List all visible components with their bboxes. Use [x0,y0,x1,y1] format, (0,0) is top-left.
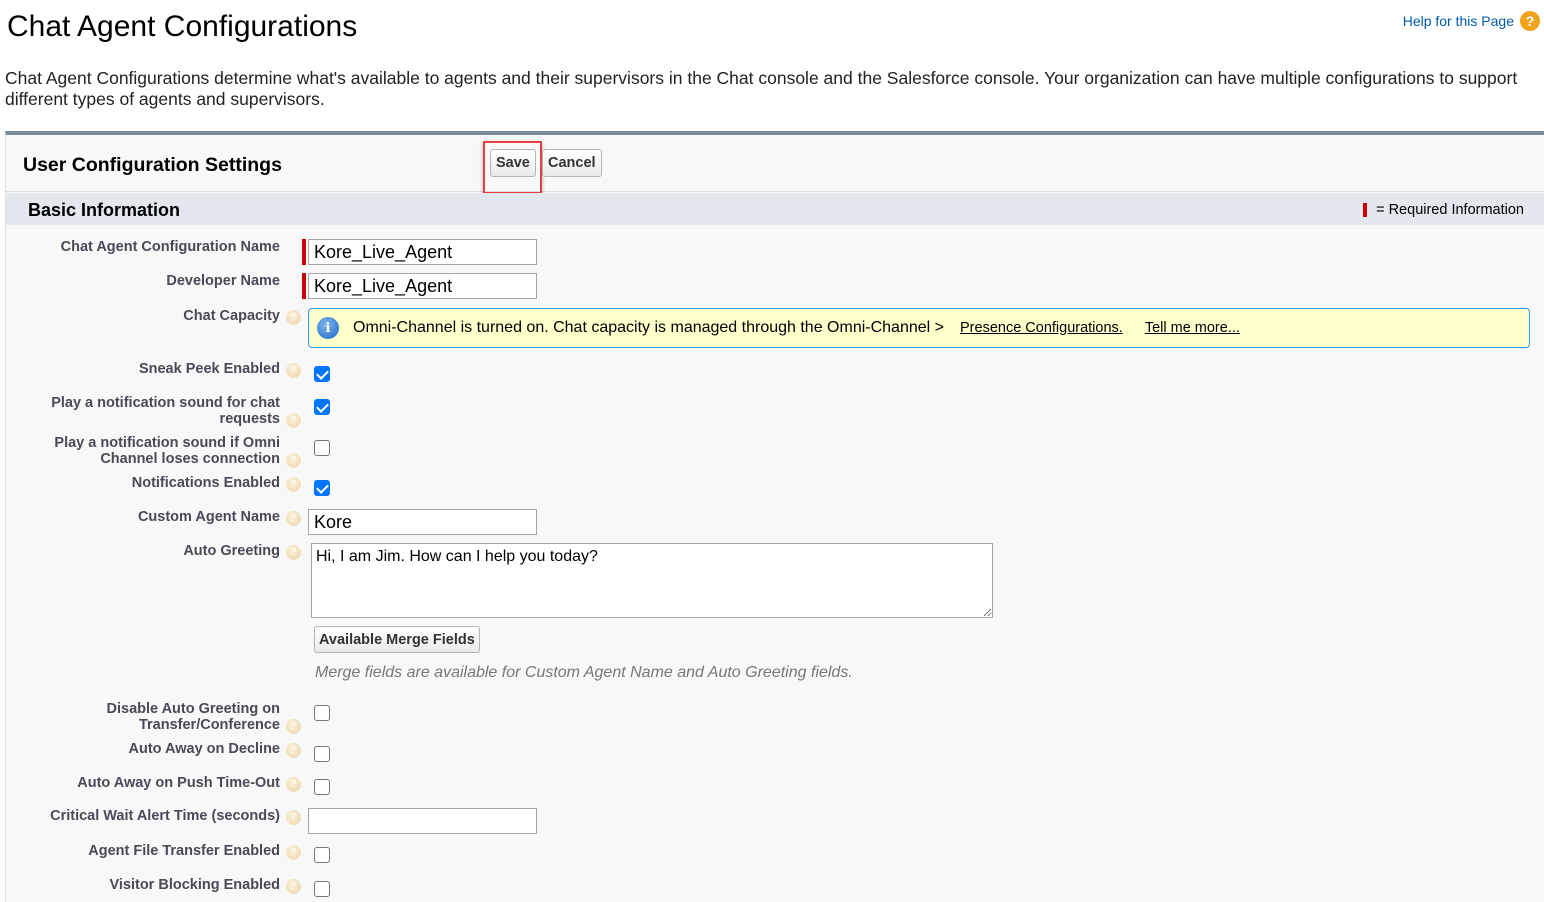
required-marker [302,273,306,299]
question-icon: ? [1520,11,1540,31]
info-icon: i [317,317,339,339]
visitor-blocking-label: Visitor Blocking Enabled [109,877,280,893]
notifications-label: Notifications Enabled [132,475,280,491]
omni-sound-checkbox[interactable] [314,440,330,456]
auto-greeting-label: Auto Greeting [183,543,280,559]
away-timeout-checkbox[interactable] [314,779,330,795]
help-icon[interactable]: ? [286,545,301,560]
auto-greeting-textarea[interactable]: Hi, I am Jim. How can I help you today? [311,543,993,618]
help-label: Help for this Page [1403,13,1514,29]
save-button[interactable]: Save [490,149,536,177]
file-transfer-checkbox[interactable] [314,847,330,863]
help-icon[interactable]: ? [286,810,301,825]
help-link[interactable]: Help for this Page? [1403,11,1540,31]
help-icon[interactable]: ? [286,363,301,378]
help-icon[interactable]: ? [286,879,301,894]
panel-title: User Configuration Settings [23,154,282,177]
custom-agent-name-label: Custom Agent Name [138,509,280,525]
help-icon[interactable]: ? [286,777,301,792]
help-icon[interactable]: ? [286,453,301,468]
section-header: Basic Information = Required Information [6,193,1544,225]
required-marker [1363,203,1367,217]
critical-wait-input[interactable] [308,808,537,834]
help-icon[interactable]: ? [286,845,301,860]
presence-configurations-link[interactable]: Presence Configurations. [960,320,1123,336]
sneak-peek-checkbox[interactable] [314,366,330,382]
page-title: Chat Agent Configurations [7,10,357,44]
section-title: Basic Information [28,200,180,221]
developer-name-label: Developer Name [166,273,280,289]
merge-fields-button[interactable]: Available Merge Fields [314,626,480,653]
away-timeout-label: Auto Away on Push Time-Out [77,775,280,791]
visitor-blocking-checkbox[interactable] [314,881,330,897]
notifications-checkbox[interactable] [314,480,330,496]
away-decline-checkbox[interactable] [314,746,330,762]
page-description: Chat Agent Configurations determine what… [5,68,1540,110]
merge-fields-note: Merge fields are available for Custom Ag… [315,664,853,682]
config-name-label: Chat Agent Configuration Name [61,239,280,255]
help-icon[interactable]: ? [286,477,301,492]
help-icon[interactable]: ? [286,743,301,758]
omni-channel-info: i Omni-Channel is turned on. Chat capaci… [308,308,1530,348]
disable-greeting-checkbox[interactable] [314,705,330,721]
help-icon[interactable]: ? [286,719,301,734]
required-legend: = Required Information [1363,202,1524,218]
sneak-peek-label: Sneak Peek Enabled [139,361,280,377]
required-legend-text: = Required Information [1376,202,1524,218]
custom-agent-name-input[interactable] [308,509,537,535]
away-decline-label: Auto Away on Decline [129,741,280,757]
help-icon[interactable]: ? [286,511,301,526]
omni-sound-label: Play a notification sound if Omni Channe… [30,435,280,467]
cancel-button[interactable]: Cancel [542,149,602,177]
critical-wait-label: Critical Wait Alert Time (seconds) [50,808,280,824]
required-marker [302,239,306,265]
notification-sound-checkbox[interactable] [314,399,330,415]
file-transfer-label: Agent File Transfer Enabled [88,843,280,859]
help-icon[interactable]: ? [286,310,301,325]
info-message: Omni-Channel is turned on. Chat capacity… [353,319,944,337]
developer-name-input[interactable] [308,273,537,299]
disable-greeting-label: Disable Auto Greeting on Transfer/Confer… [80,701,280,733]
panel-header: User Configuration Settings Save Cancel [6,135,1544,192]
chat-capacity-label: Chat Capacity [183,308,280,324]
notification-sound-label: Play a notification sound for chat reque… [20,395,280,427]
tell-me-more-link[interactable]: Tell me more... [1145,320,1240,336]
config-panel: User Configuration Settings Save Cancel … [5,131,1544,902]
config-name-input[interactable] [308,239,537,265]
help-icon[interactable]: ? [286,413,301,428]
